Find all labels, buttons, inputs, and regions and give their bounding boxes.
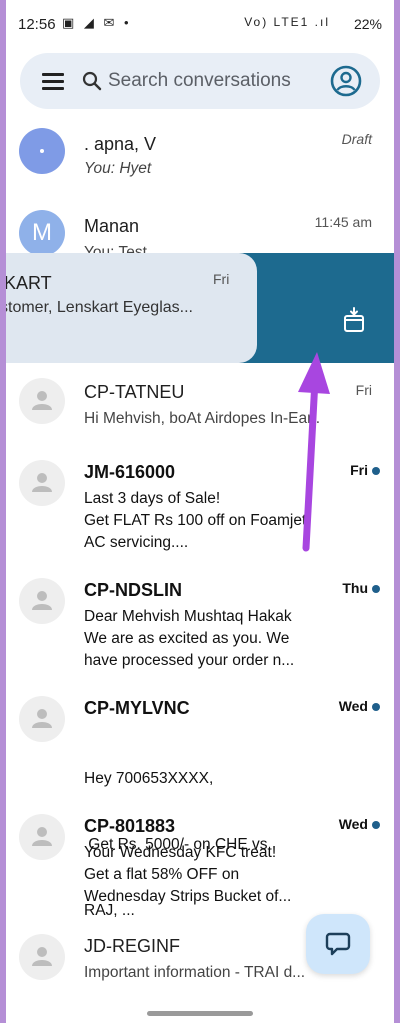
conversation-time: 11:45 am [314,214,372,230]
status-time: 12:56 [18,16,56,33]
conversation-item[interactable]: CP-TATNEU Hi Mehvish, boAt Airdopes In-E… [6,378,394,438]
conversation-name: JD-REGINF [84,936,180,956]
conversation-name: CP-NDSLIN [84,580,182,600]
unread-indicator [372,703,380,711]
unread-indicator [372,467,380,475]
conversation-time: Wed [338,816,368,832]
person-icon [32,947,52,966]
person-icon [32,591,52,610]
screen: 12:56 ▣ ◢ ✉ • Vo) LTE1 .ıl 22% Search co… [6,0,394,1023]
conversation-name: JM-616000 [84,462,176,482]
person-icon [32,473,52,492]
conversation-time: Fri [350,462,368,478]
signal-icon: Vo) LTE1 .ıl [244,15,330,29]
archive-icon[interactable] [342,307,366,333]
conversation-time: Fri [355,382,372,398]
person-icon [32,391,52,410]
conversation-name: . apna, V [84,134,157,154]
conversation-snippet: Dear Mehvish Mushtaq Hakak We are as exc… [84,606,324,672]
navigation-handle[interactable] [147,1011,253,1016]
conversation-item[interactable]: JM-616000 Last 3 days of Sale! Get FLAT … [6,458,394,558]
snippet-line: Wednesday Strips Bucket of... [84,888,292,905]
start-chat-button[interactable] [306,914,370,974]
conversation-time: Thu [342,580,368,596]
snippet-line: have processed your order n... [84,652,295,669]
snippet-line: We are as excited as you. We [84,630,290,647]
snippet-line: Hey 700653XXXX, [84,770,214,787]
search-input[interactable]: Search conversations [108,70,291,92]
snippet-line: Your Wednesday KFC treat! [84,844,277,861]
conversation-name: Manan [84,216,140,236]
notification-icons: ▣ ◢ ✉ • [62,15,132,30]
conversation-time: Draft [341,131,372,147]
chat-icon [325,932,351,956]
conversation-item[interactable]: CP-801883 Your Wednesday KFC treat! Get … [6,812,394,912]
menu-icon[interactable] [42,73,64,90]
avatar [19,128,65,174]
avatar [19,934,65,980]
conversation-name: KART [6,273,52,293]
unread-indicator [372,585,380,593]
person-icon [32,827,52,846]
avatar [19,578,65,624]
account-icon[interactable] [330,65,362,97]
conversation-item[interactable]: CP-NDSLIN Dear Mehvish Mushtaq Hakak We … [6,576,394,676]
snippet-line: Last 3 days of Sale! [84,490,221,507]
snippet-line: Get a flat 58% OFF on [84,866,240,883]
snippet-line: Get FLAT Rs 100 off on Foamjet [84,512,307,529]
conversation-item[interactable]: . apna, V You: Hyet Draft [6,126,394,186]
conversation-snippet: Your Wednesday KFC treat! Get a flat 58%… [84,842,324,908]
snippet-line: AC servicing.... [84,534,189,551]
conversation-name: CP-801883 [84,816,176,836]
conversation-snippet: Hi Mehvish, boAt Airdopes In-Ear... [84,410,320,427]
avatar [19,814,65,860]
search-icon [82,71,102,91]
unread-indicator [372,821,380,829]
conversation-snippet: Last 3 days of Sale! Get FLAT Rs 100 off… [84,488,324,554]
avatar [19,460,65,506]
person-icon [32,709,52,728]
status-bar: 12:56 ▣ ◢ ✉ • Vo) LTE1 .ıl 22% [6,0,394,50]
conversation-name: CP-TATNEU [84,382,185,402]
conversation-name: CP-MYLVNC [84,698,190,718]
conversation-snippet: stomer, Lenskart Eyeglas... [6,299,193,316]
conversation-snippet: You: Hyet [84,160,152,177]
conversation-item[interactable]: CP-MYLVNC Hey 700653XXXX, Get Rs. 5000/-… [6,694,394,919]
conversation-snippet: Important information - TRAI d... [84,964,306,981]
snippet-line: Dear Mehvish Mushtaq Hakak [84,608,292,625]
battery-level: 22% [353,16,382,32]
swiped-conversation-item[interactable]: KART Fri stomer, Lenskart Eyeglas... [6,253,257,363]
avatar: M [19,210,65,256]
conversation-time: Wed [338,698,368,714]
conversation-time: Fri [213,271,230,287]
avatar [19,378,65,424]
search-bar[interactable]: Search conversations [20,53,380,109]
avatar [19,696,65,742]
